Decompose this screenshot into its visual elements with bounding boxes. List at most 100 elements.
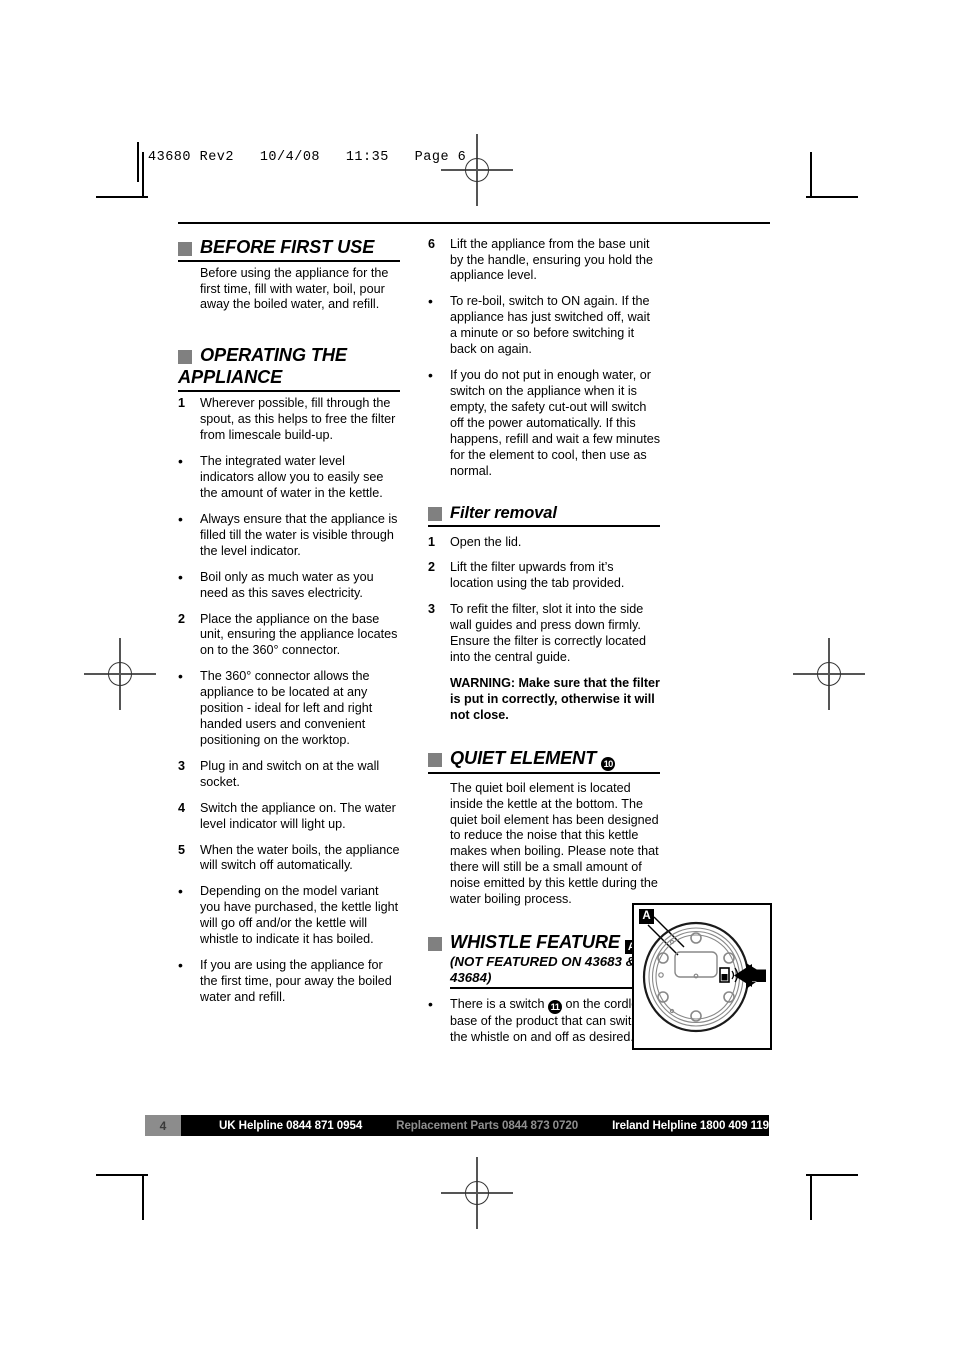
footer-helpline-bar: UK Helpline 0844 871 0954 Replacement Pa… (181, 1115, 769, 1136)
list-marker: • (178, 510, 183, 527)
list-marker: • (178, 668, 183, 685)
whistle-text-before: There is a switch (450, 997, 545, 1012)
kettle-base-illustration (642, 916, 768, 1033)
filter-removal-warning: WARNING: Make sure that the filter is pu… (450, 675, 660, 722)
crop-mark-top-left-v (142, 152, 144, 196)
crop-mark-top-right-v (810, 152, 812, 196)
heading-filter-removal: Filter removal (428, 504, 660, 527)
list-marker: • (428, 996, 433, 1013)
heading-filter-removal-label: Filter removal (450, 503, 557, 522)
list-item: 4 Switch the appliance on. The water leve… (178, 801, 400, 833)
page-footer: 4 UK Helpline 0844 871 0954 Replacement … (145, 1115, 769, 1136)
list-text: Plug in and switch on at the wall socket… (200, 758, 380, 789)
base-small-hole (658, 972, 664, 978)
list-text: To re-boil, switch to ON again. If the a… (450, 294, 650, 357)
list-text: There is a switch 11 on the cordless bas… (450, 997, 660, 1046)
heading-before-first-use-label: BEFORE FIRST USE (200, 236, 375, 257)
list-text: Place the appliance on the base unit, en… (200, 611, 398, 658)
list-text: When the water boils, the appliance will… (200, 842, 400, 873)
list-item: • The 360° connector allows the appliance… (178, 668, 400, 749)
leader-line (647, 924, 679, 956)
list-item: • If you are using the appliance for the … (178, 957, 400, 1006)
list-marker: • (428, 367, 433, 384)
callout-badge-10: 10 (601, 756, 616, 771)
list-text: Open the lid. (450, 534, 522, 549)
whistle-feature-subtitle: (NOT FEATURED ON 43683 & 43684) (450, 954, 660, 990)
list-item: 1 Wherever possible, fill through the spo… (178, 396, 400, 444)
right-column: 6 Lift the appliance from the base unit b… (428, 237, 660, 1057)
list-marker: • (178, 568, 183, 585)
content-top-rule (178, 222, 770, 224)
list-item: 3 To refit the filter, slot it into the s… (428, 602, 660, 666)
list-marker: 3 (428, 602, 436, 617)
list-item: • Boil only as much water as you need as … (178, 568, 400, 602)
figure-kettle-base-diagram: A (632, 903, 772, 1050)
list-item: • The integrated water level indicators a… (178, 453, 400, 502)
crop-mark-top-left-h (96, 196, 148, 198)
list-marker: 5 (178, 842, 186, 857)
registration-mark-left (84, 638, 156, 710)
figure-badge-a: A (639, 909, 654, 924)
header-slug: 43680 Rev2 10/4/08 11:35 Page 6 (148, 150, 467, 165)
heading-quiet-element: QUIET ELEMENT 10 (428, 748, 660, 774)
list-marker: 6 (428, 236, 436, 251)
sound-wave-icon (731, 970, 735, 980)
heading-square-icon (428, 752, 442, 767)
base-screw-hole (657, 952, 669, 964)
list-marker: 1 (428, 534, 436, 549)
list-marker: • (178, 957, 183, 974)
list-item: 2 Place the appliance on the base unit, e… (178, 612, 400, 660)
list-text: Lift the filter upwards from it’s locati… (450, 560, 625, 591)
callout-badge-11: 11 (547, 1000, 562, 1015)
base-small-hole (669, 939, 675, 945)
heading-square-icon (178, 350, 192, 365)
list-item: 2 Lift the filter upwards from it’s locat… (428, 560, 660, 592)
crop-mark-top-right-h (806, 196, 858, 198)
heading-square-icon (178, 241, 192, 256)
heading-operating-the-appliance-label: OPERATING THE APPLIANCE (178, 345, 347, 388)
list-text: If you do not put in enough water, or sw… (450, 368, 661, 478)
list-item: • Always ensure that the appliance is fil… (178, 510, 400, 560)
crop-mark-bottom-left-h (96, 1174, 148, 1176)
list-marker: 3 (178, 758, 186, 773)
central-connector-plate (674, 951, 718, 978)
heading-quiet-element-label: QUIET ELEMENT (450, 747, 597, 768)
list-marker: 2 (428, 560, 436, 575)
list-item: • To re-boil, switch to ON again. If the … (428, 294, 660, 358)
list-marker: 1 (178, 396, 186, 411)
list-item: • Depending on the model variant you have… (178, 884, 400, 948)
footer-uk-helpline: UK Helpline 0844 871 0954 (219, 1119, 363, 1132)
list-text: To refit the filter, slot it into the si… (450, 602, 646, 665)
list-marker: • (178, 883, 183, 900)
list-marker: • (428, 293, 433, 310)
footer-replacement-parts: Replacement Parts 0844 873 0720 (396, 1119, 579, 1132)
list-item: • If you do not put in enough water, or s… (428, 367, 661, 479)
registration-mark-right-edge (793, 638, 865, 710)
heading-square-icon (428, 937, 442, 952)
list-text: Always ensure that the appliance is fill… (200, 511, 398, 558)
list-marker: • (178, 453, 183, 470)
list-text: Switch the appliance on. The water level… (200, 800, 396, 831)
heading-square-icon (428, 506, 442, 521)
footer-page-number: 4 (145, 1115, 182, 1136)
list-text: The integrated water level indicators al… (200, 454, 384, 500)
slug-rule (137, 142, 139, 182)
list-marker: 4 (178, 800, 186, 815)
footer-ireland-helpline: Ireland Helpline 1800 409 119 (612, 1119, 769, 1132)
base-screw-hole (723, 952, 735, 964)
list-text: If you are using the appliance for the f… (200, 958, 392, 1004)
whistle-switch-toggle (721, 974, 728, 981)
pointer-arrow-shaft (750, 969, 768, 982)
base-small-hole (693, 973, 699, 979)
list-text: Boil only as much water as you need as t… (200, 569, 374, 600)
list-item: 6 Lift the appliance from the base unit b… (428, 237, 660, 285)
registration-mark-top (441, 134, 513, 206)
crop-mark-bottom-right-h (806, 1174, 858, 1176)
list-marker: 2 (178, 611, 186, 626)
list-item: • There is a switch 11 on the cordless b… (428, 997, 660, 1046)
list-text: Lift the appliance from the base unit by… (450, 236, 654, 283)
heading-whistle-feature-label: WHISTLE FEATURE (450, 932, 620, 953)
